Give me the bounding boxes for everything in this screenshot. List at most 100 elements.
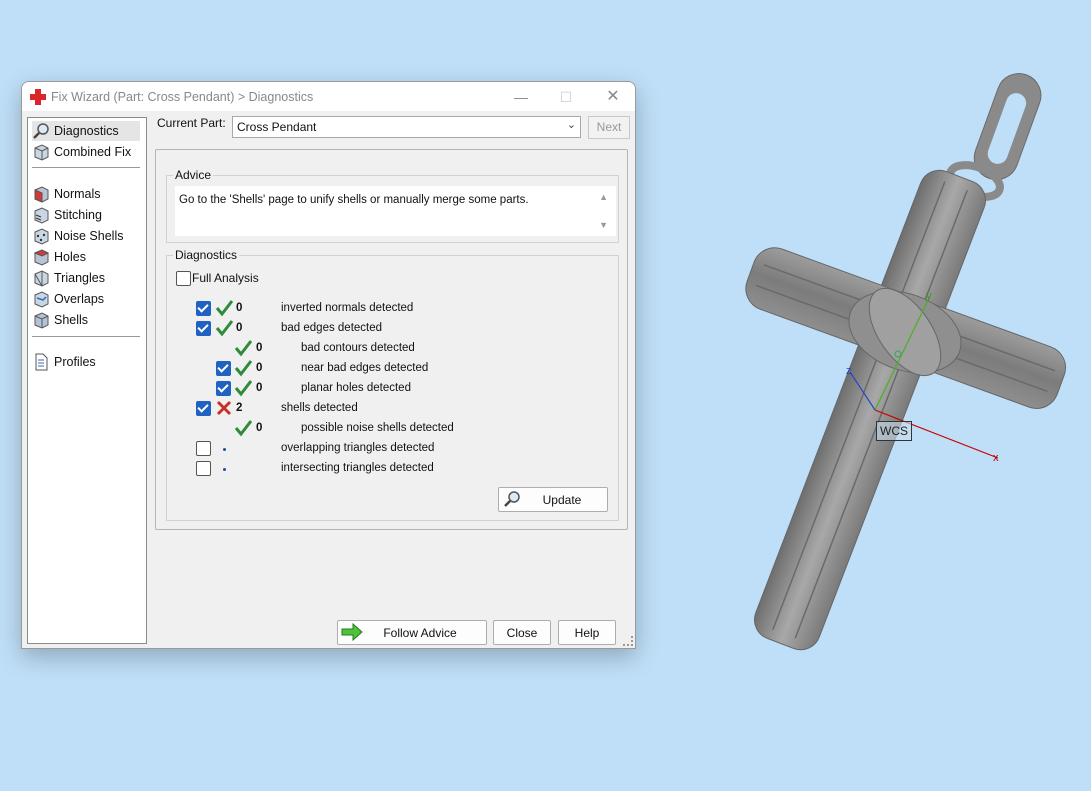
sidebar-item-label: Triangles: [54, 271, 105, 285]
sidebar-separator: [32, 336, 140, 337]
y-axis-label: y: [926, 290, 932, 302]
checkmark-icon: [234, 340, 252, 357]
scroll-down-icon[interactable]: ▼: [599, 220, 608, 230]
sidebar-item-profiles[interactable]: Profiles: [32, 352, 140, 372]
diagnostics-group: Diagnostics Full Analysis 0 inverted nor…: [166, 248, 619, 521]
follow-advice-button[interactable]: Follow Advice: [337, 620, 487, 645]
wizard-sidebar: Diagnostics Combined Fix Normals Stitchi…: [27, 117, 147, 644]
row-checkbox[interactable]: [216, 361, 231, 376]
row-count: 0: [236, 302, 243, 314]
cube-overlap-icon: [34, 291, 49, 308]
x-axis-label: x: [993, 452, 999, 464]
diagnostic-row-bad-edges: 0 bad edges detected: [167, 319, 627, 339]
sidebar-item-label: Overlaps: [54, 292, 105, 306]
help-label: Help: [574, 626, 600, 640]
row-count: 0: [256, 362, 263, 374]
sidebar-item-label: Noise Shells: [54, 229, 124, 243]
resize-grip[interactable]: [623, 636, 633, 646]
sidebar-item-label: Stitching: [54, 208, 102, 222]
checkmark-icon: [215, 300, 233, 317]
diagnostic-row-inverted-normals: 0 inverted normals detected: [167, 299, 627, 319]
help-button[interactable]: Help: [558, 620, 616, 645]
sidebar-item-stitching[interactable]: Stitching: [32, 205, 140, 225]
sidebar-item-combined-fix[interactable]: Combined Fix: [32, 142, 140, 162]
update-button[interactable]: Update: [498, 487, 608, 512]
window-title: Fix Wizard (Part: Cross Pendant) > Diagn…: [51, 90, 314, 104]
follow-advice-label: Follow Advice: [383, 626, 457, 640]
title-bar[interactable]: Fix Wizard (Part: Cross Pendant) > Diagn…: [22, 82, 635, 111]
chevron-down-icon: ⌄: [566, 119, 576, 131]
sidebar-item-holes[interactable]: Holes: [32, 247, 140, 267]
sidebar-item-diagnostics[interactable]: Diagnostics: [32, 121, 140, 141]
fix-wizard-window: Fix Wizard (Part: Cross Pendant) > Diagn…: [21, 81, 636, 649]
row-count: 0: [256, 382, 263, 394]
advice-group: Advice Go to the 'Shells' page to unify …: [166, 168, 619, 243]
row-label: overlapping triangles detected: [281, 442, 435, 454]
pending-dot-icon: [223, 448, 226, 451]
red-cross-icon: [30, 89, 46, 105]
row-count: 2: [236, 402, 243, 414]
row-label: bad edges detected: [281, 322, 383, 334]
close-window-button[interactable]: ✕: [598, 86, 628, 108]
row-checkbox[interactable]: [196, 401, 211, 416]
checkmark-icon: [234, 380, 252, 397]
row-label: intersecting triangles detected: [281, 462, 434, 474]
full-analysis-checkbox[interactable]: [176, 271, 191, 286]
diagnostic-row-planar-holes: 0 planar holes detected: [167, 379, 627, 399]
sidebar-item-label: Profiles: [54, 355, 96, 369]
checkmark-icon: [215, 320, 233, 337]
diagnostic-row-near-bad-edges: 0 near bad edges detected: [167, 359, 627, 379]
diagnostic-row-shells: 2 shells detected: [167, 399, 627, 419]
row-label: near bad edges detected: [301, 362, 429, 374]
close-button[interactable]: Close: [493, 620, 551, 645]
row-count: 0: [256, 422, 263, 434]
pending-dot-icon: [223, 468, 226, 471]
diagnostic-row-overlapping-triangles: overlapping triangles detected: [167, 439, 627, 459]
full-analysis-label: Full Analysis: [192, 271, 259, 285]
row-label: planar holes detected: [301, 382, 411, 394]
row-count: 0: [236, 322, 243, 334]
row-checkbox[interactable]: [196, 461, 211, 476]
advice-text: Go to the 'Shells' page to unify shells …: [179, 194, 529, 206]
sidebar-item-normals[interactable]: Normals: [32, 184, 140, 204]
error-x-icon: [216, 400, 232, 416]
advice-title: Advice: [173, 168, 214, 182]
maximize-button[interactable]: ☐: [551, 86, 581, 108]
sidebar-item-label: Diagnostics: [54, 124, 119, 138]
sidebar-item-label: Combined Fix: [54, 145, 132, 159]
cube-red-face-icon: [34, 186, 49, 203]
sidebar-item-triangles[interactable]: Triangles: [32, 268, 140, 288]
cube-icon: [34, 144, 49, 161]
diagnostic-row-noise-shells: 0 possible noise shells detected: [167, 419, 627, 439]
sidebar-item-overlaps[interactable]: Overlaps: [32, 289, 140, 309]
z-axis-label: z: [846, 365, 852, 377]
magnifier-icon: [33, 123, 49, 139]
wcs-label: WCS: [876, 421, 912, 441]
row-label: shells detected: [281, 402, 358, 414]
row-count: 0: [256, 342, 263, 354]
sidebar-item-shells[interactable]: Shells: [32, 310, 140, 330]
current-part-label: Current Part:: [157, 116, 226, 130]
cube-stitch-icon: [34, 207, 49, 224]
cube-shell-icon: [34, 312, 49, 329]
row-label: inverted normals detected: [281, 302, 414, 314]
scroll-up-icon[interactable]: ▲: [599, 192, 608, 202]
current-part-select[interactable]: Cross Pendant ⌄: [232, 116, 581, 138]
next-button[interactable]: Next: [588, 116, 630, 139]
row-checkbox[interactable]: [196, 441, 211, 456]
close-label: Close: [506, 626, 538, 640]
diagnostics-panel: Advice Go to the 'Shells' page to unify …: [155, 149, 628, 530]
row-checkbox[interactable]: [196, 321, 211, 336]
advice-textbox[interactable]: Go to the 'Shells' page to unify shells …: [175, 186, 616, 236]
diagnostic-row-bad-contours: 0 bad contours detected: [167, 339, 627, 359]
row-checkbox[interactable]: [196, 301, 211, 316]
sidebar-item-label: Holes: [54, 250, 86, 264]
sidebar-separator: [32, 167, 140, 168]
minimize-button[interactable]: —: [506, 86, 536, 108]
cube-triangle-icon: [34, 270, 49, 287]
diagnostic-row-intersecting-triangles: intersecting triangles detected: [167, 459, 627, 479]
row-checkbox[interactable]: [216, 381, 231, 396]
checkmark-icon: [234, 360, 252, 377]
document-icon: [35, 353, 48, 371]
sidebar-item-noise-shells[interactable]: Noise Shells: [32, 226, 140, 246]
